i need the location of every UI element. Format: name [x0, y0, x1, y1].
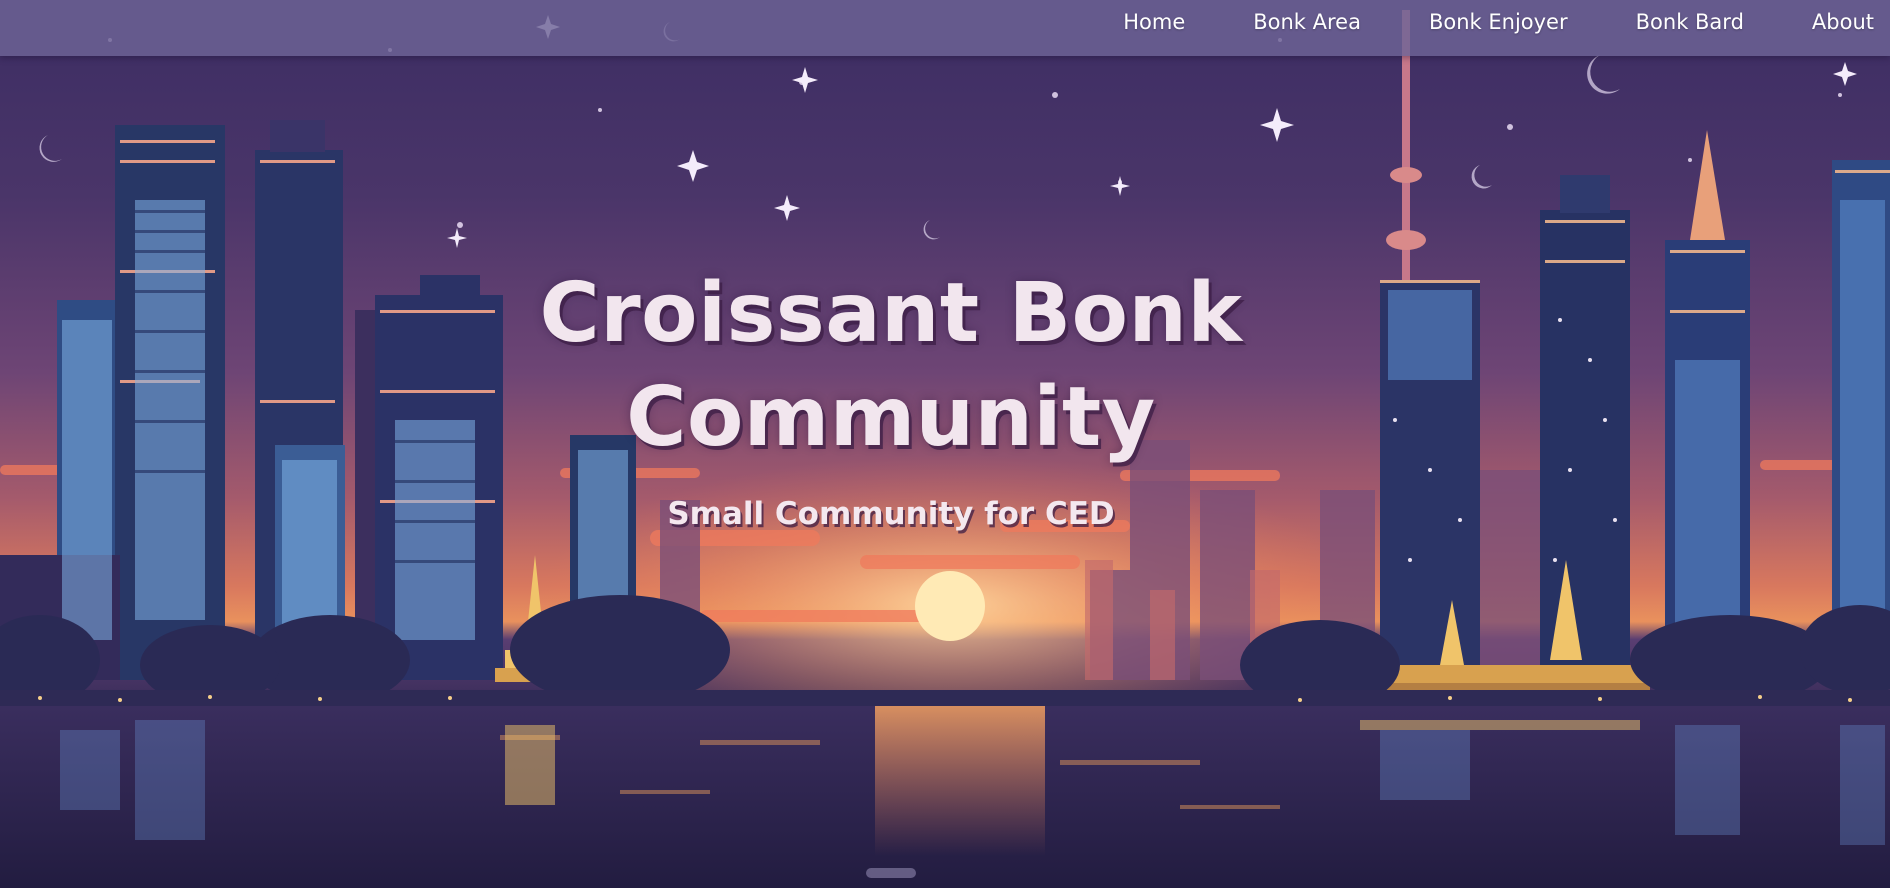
nav-link-bonk-area[interactable]: Bonk Area	[1219, 10, 1395, 34]
nav-links: Home Bonk Area Bonk Enjoyer Bonk Bard Ab…	[1089, 0, 1874, 44]
nav-link-bonk-enjoyer[interactable]: Bonk Enjoyer	[1395, 10, 1602, 34]
hero-title-line-2: Community	[626, 370, 1156, 465]
hero-subtitle: Small Community for CED	[667, 496, 1115, 532]
hero-title-line-1: Croissant Bonk	[539, 266, 1243, 361]
nav-link-about[interactable]: About	[1778, 10, 1874, 34]
nav-link-home[interactable]: Home	[1089, 10, 1219, 34]
scroll-indicator[interactable]	[866, 868, 916, 878]
hero-title: Croissant Bonk Community	[0, 262, 1836, 470]
page: Home Bonk Area Bonk Enjoyer Bonk Bard Ab…	[0, 0, 1890, 888]
nav-link-bonk-bard[interactable]: Bonk Bard	[1602, 10, 1778, 34]
hero-section: Croissant Bonk Community Small Community…	[0, 262, 1836, 532]
top-navbar: Home Bonk Area Bonk Enjoyer Bonk Bard Ab…	[0, 0, 1890, 56]
